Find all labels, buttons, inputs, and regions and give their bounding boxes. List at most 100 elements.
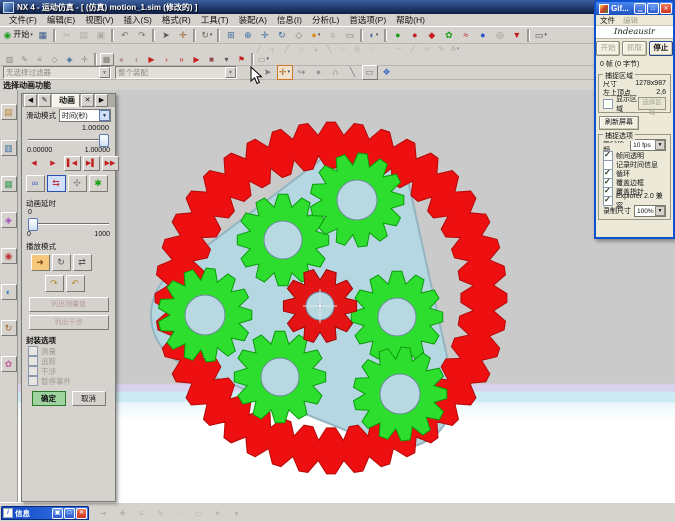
- package-option[interactable]: 追踪: [22, 356, 115, 366]
- menu-item[interactable]: 工具(T): [196, 14, 234, 26]
- bottom-tool-1-icon[interactable]: ➜: [97, 506, 111, 521]
- restore-button[interactable]: ▣: [52, 508, 63, 519]
- wireframe-view-icon[interactable]: ○: [325, 28, 341, 43]
- window-titlebar[interactable]: NX 4 - 运动仿真 - [ (仿真) motion_1.sim (修改的) …: [0, 0, 675, 14]
- info-panel-icon[interactable]: ▥: [3, 53, 17, 66]
- web-browser-icon[interactable]: ◐: [1, 284, 17, 300]
- package-option[interactable]: 测量: [22, 346, 115, 356]
- goto-start-button[interactable]: ▌◀: [64, 156, 81, 171]
- analysis-icon[interactable]: ◈: [63, 53, 77, 66]
- time-slider[interactable]: [28, 133, 109, 146]
- measure-icon[interactable]: ◇: [48, 53, 62, 66]
- menu-item[interactable]: 首选项(P): [344, 14, 391, 26]
- menu-item[interactable]: 格式(R): [157, 14, 196, 26]
- redo-icon[interactable]: ↷: [134, 28, 150, 43]
- chevron-down-icon[interactable]: ▼: [99, 110, 110, 121]
- snap-point-toggle-icon[interactable]: ✛: [277, 65, 293, 80]
- checkbox[interactable]: [603, 99, 613, 109]
- spline-icon[interactable]: ↘: [309, 44, 322, 55]
- delay-slider[interactable]: [28, 217, 109, 230]
- chain-joints-button[interactable]: ∞: [26, 175, 45, 192]
- menu-item[interactable]: 文件(F): [4, 14, 42, 26]
- chevron-down-icon[interactable]: ▼: [99, 67, 110, 78]
- more-icon[interactable]: ⋯: [393, 44, 406, 55]
- fit-view-icon[interactable]: ⊞: [223, 28, 239, 43]
- menu-item[interactable]: 插入(S): [119, 14, 157, 26]
- fast-forward-button[interactable]: ▶▶: [102, 156, 119, 171]
- offset-icon[interactable]: ╲: [323, 44, 336, 55]
- constraint-navigator-icon[interactable]: ▥: [1, 140, 17, 156]
- goto-first-icon[interactable]: «: [115, 53, 129, 66]
- connector-icon[interactable]: ✿: [441, 28, 457, 43]
- hinge-pose-button[interactable]: ↷: [45, 275, 64, 292]
- gravity-icon[interactable]: ▼: [509, 28, 525, 43]
- redirect-icon[interactable]: ↪: [294, 65, 310, 80]
- fps-combo[interactable]: 10 fps ▼: [630, 139, 666, 151]
- menu-item[interactable]: 编辑(E): [42, 14, 80, 26]
- checkbox[interactable]: [28, 376, 38, 386]
- maximize-button[interactable]: □: [647, 3, 659, 14]
- capture-option[interactable]: Explorer 2.0 兼容: [601, 196, 668, 205]
- refresh-screen-button[interactable]: 刷新屏幕: [599, 116, 639, 130]
- return-pose-button[interactable]: ↶: [66, 275, 85, 292]
- flag-icon[interactable]: ⚑: [235, 53, 249, 66]
- zoom-icon[interactable]: ⊕: [240, 28, 256, 43]
- selection-scope-combo[interactable]: 整个装配 ▼: [115, 66, 237, 79]
- sketch-icon[interactable]: ✎: [435, 44, 448, 55]
- drag-component-button[interactable]: ✣: [68, 175, 87, 192]
- close-button[interactable]: ✕: [660, 3, 672, 14]
- hd3d-tool-icon[interactable]: ◉: [1, 248, 17, 264]
- bottom-tool-8-icon[interactable]: ▾: [230, 506, 244, 521]
- play-swing-button[interactable]: ⇄: [73, 254, 92, 271]
- close-button[interactable]: ✕: [76, 508, 87, 519]
- articulation-button[interactable]: ✱: [89, 175, 108, 192]
- copy-icon[interactable]: ▤: [76, 28, 92, 43]
- solid-select-icon[interactable]: ❖: [379, 65, 395, 80]
- arc-select-icon[interactable]: ∩: [328, 65, 344, 80]
- ok-button[interactable]: 确定: [32, 391, 66, 406]
- fillet-icon[interactable]: ∪: [421, 44, 434, 55]
- play-once-button[interactable]: ➜: [31, 254, 50, 271]
- cut-icon[interactable]: ✂: [59, 28, 75, 43]
- dialog-forward-icon[interactable]: ▶: [95, 94, 108, 107]
- list-measure-button[interactable]: 列出测量值: [29, 297, 109, 312]
- chevron-down-icon[interactable]: ▼: [655, 140, 665, 150]
- shaded-view-icon[interactable]: ●: [308, 28, 324, 43]
- gif-stop-button[interactable]: 停止: [649, 41, 673, 56]
- maximize-button[interactable]: □: [64, 508, 75, 519]
- selection-icon[interactable]: ➤: [158, 28, 174, 43]
- start-button[interactable]: ◉开始: [3, 28, 34, 43]
- marker-icon[interactable]: ◆: [424, 28, 440, 43]
- play-forward-button[interactable]: ▶: [45, 156, 62, 171]
- trace-icon[interactable]: ✛: [78, 53, 92, 66]
- snap-point-icon[interactable]: ✛: [175, 28, 191, 43]
- step-forward-icon[interactable]: ›: [160, 53, 174, 66]
- menu-item[interactable]: 信息(I): [272, 14, 307, 26]
- rotate-view-icon[interactable]: ↻: [274, 28, 290, 43]
- paste-icon[interactable]: ▣: [93, 28, 109, 43]
- menu-item[interactable]: 帮助(H): [391, 14, 430, 26]
- play-reverse-button[interactable]: ◀: [26, 156, 43, 171]
- step-back-icon[interactable]: ‹: [130, 53, 144, 66]
- bottom-tool-7-icon[interactable]: ✦: [211, 506, 225, 521]
- edit-icon[interactable]: ✎: [18, 53, 32, 66]
- bottom-tool-2-icon[interactable]: ✚: [116, 506, 130, 521]
- ellipse-icon[interactable]: ○: [365, 44, 378, 55]
- goto-end-icon[interactable]: ▶: [190, 53, 204, 66]
- menu-item[interactable]: 装配(A): [234, 14, 272, 26]
- undo-icon[interactable]: ↶: [117, 28, 133, 43]
- record-size-combo[interactable]: 100% ▼: [634, 205, 666, 217]
- bottom-tool-5-icon[interactable]: ◌: [173, 506, 187, 521]
- record-dropdown-icon[interactable]: ▾: [220, 53, 234, 66]
- reuse-library-icon[interactable]: ◈: [1, 212, 17, 228]
- gif-menu-item[interactable]: 编辑: [623, 15, 638, 26]
- play-icon[interactable]: ▶: [145, 53, 159, 66]
- point-icon[interactable]: ◌: [379, 44, 392, 55]
- line-icon[interactable]: ╱: [281, 44, 294, 55]
- chevron-down-icon[interactable]: ▼: [225, 67, 236, 78]
- arc-icon[interactable]: ∩: [295, 44, 308, 55]
- pan-icon[interactable]: ✛: [257, 28, 273, 43]
- dialog-back-icon[interactable]: ◀: [24, 94, 37, 107]
- checkbox[interactable]: [603, 196, 613, 206]
- assembly-navigator-icon[interactable]: ▤: [1, 104, 17, 120]
